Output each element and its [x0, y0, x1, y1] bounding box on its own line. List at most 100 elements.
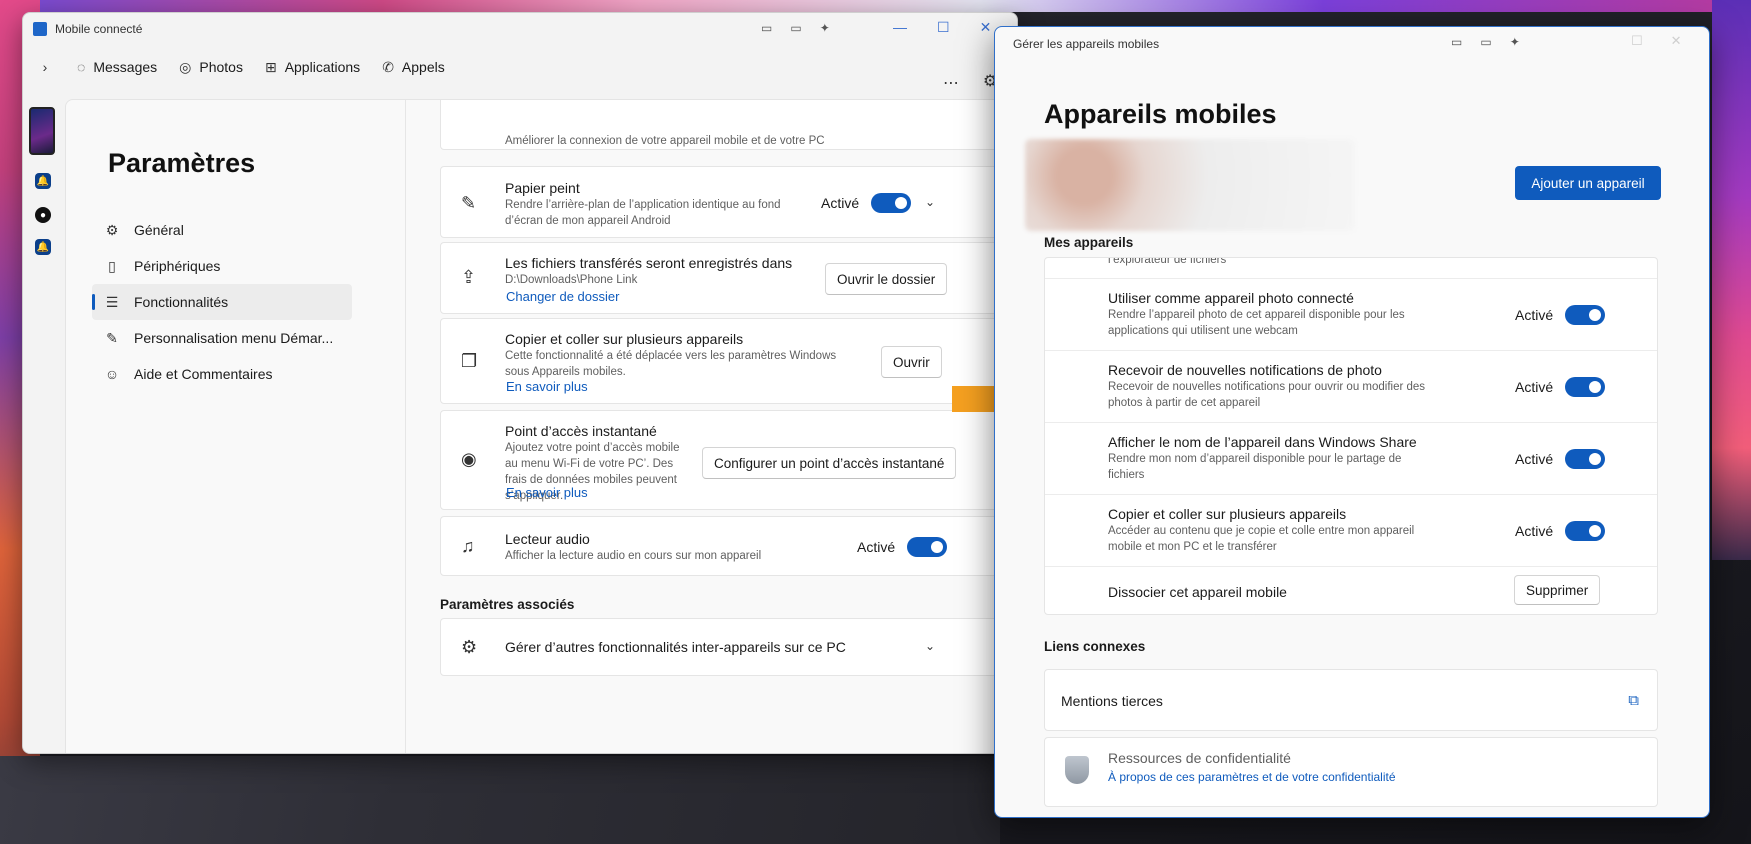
files-card: ⇪ Les fichiers transférés seront enregis… — [440, 242, 1006, 314]
nav-applications-label: Applications — [284, 59, 361, 75]
chevron-down-icon[interactable]: ⌄ — [925, 639, 935, 653]
menu-item-label: Périphériques — [134, 258, 221, 274]
nav-calls-label: Appels — [401, 59, 445, 75]
copy-paste-desc: Cette fonctionnalité a été déplacée vers… — [505, 350, 837, 378]
device-window-title: Gérer les appareils mobiles — [1013, 37, 1160, 51]
camera-toggle[interactable]: Activé — [1515, 305, 1606, 325]
nav-messages[interactable]: ◌ Messages — [77, 59, 157, 75]
add-device-button[interactable]: Ajouter un appareil — [1515, 166, 1661, 200]
related-settings-label: Paramètres associés — [440, 597, 575, 612]
pin-icon[interactable]: ✦ — [1510, 35, 1520, 49]
gear-icon: ⚙ — [461, 637, 478, 657]
dissociate-title: Dissocier cet appareil mobile — [1108, 584, 1287, 600]
privacy-link[interactable]: À propos de ces paramètres et de votre c… — [1108, 770, 1396, 784]
nav-photos-label: Photos — [199, 59, 243, 75]
nav-calls[interactable]: ✆ Appels — [382, 59, 445, 76]
snap-right-icon[interactable]: ▭ — [790, 21, 801, 35]
window-title: Mobile connecté — [55, 22, 143, 36]
wallpaper-toggle-state: Activé — [821, 195, 860, 211]
toggle-state: Activé — [1515, 307, 1554, 323]
copy-paste-toggle[interactable]: Activé — [1515, 521, 1606, 541]
close-icon[interactable]: ✕ — [1671, 33, 1682, 49]
toggle-state: Activé — [1515, 523, 1554, 539]
device-setting-row: Recevoir de nouvelles notifications de p… — [1045, 350, 1657, 422]
menu-item-features[interactable]: ☰ Fonctionnalités — [92, 284, 352, 320]
row-desc: Rendre l’appareil photo de cet appareil … — [1108, 309, 1405, 337]
open-button[interactable]: Ouvrir — [881, 346, 942, 378]
wallpaper-title: Papier peint — [505, 180, 580, 196]
pin-icon[interactable]: ✦ — [820, 21, 830, 35]
chevron-down-icon[interactable]: ⌄ — [925, 195, 935, 209]
title-bar: Mobile connecté — [23, 13, 1017, 45]
toggle-switch[interactable] — [907, 537, 948, 557]
toggle-switch[interactable] — [1565, 449, 1606, 469]
learn-more-link[interactable]: En savoir plus — [506, 379, 588, 394]
features-pane: Améliorer la connexion de votre appareil… — [408, 100, 1017, 753]
clipped-text: l’explorateur de fichiers — [1108, 257, 1227, 266]
related-settings-card[interactable]: ⚙ Gérer d’autres fonctionnalités inter-a… — [440, 618, 1006, 676]
related-settings-title: Gérer d’autres fonctionnalités inter-app… — [505, 639, 846, 655]
device-setting-row: Copier et coller sur plusieurs appareils… — [1045, 494, 1657, 566]
wallpaper-toggle[interactable]: Activé — [821, 193, 912, 213]
menu-item-general[interactable]: ⚙ Général — [92, 212, 352, 248]
remove-button[interactable]: Supprimer — [1514, 575, 1601, 605]
nav-photos[interactable]: ◎ Photos — [179, 59, 243, 76]
toggle-switch[interactable] — [871, 193, 912, 213]
learn-more-link-hotspot[interactable]: En savoir plus — [506, 485, 588, 500]
message-icon: ◌ — [77, 59, 86, 75]
brush-icon: ✎ — [461, 193, 477, 213]
toggle-switch[interactable] — [1565, 521, 1606, 541]
device-setting-row: Utiliser comme appareil photo connecté R… — [1045, 278, 1657, 350]
photo-notifications-toggle[interactable]: Activé — [1515, 377, 1606, 397]
nav-applications[interactable]: ⊞ Applications — [265, 59, 360, 76]
files-title: Les fichiers transférés seront enregistr… — [505, 255, 793, 271]
row-desc: Recevoir de nouvelles notifications pour… — [1108, 381, 1426, 409]
close-icon[interactable]: ✕ — [980, 19, 992, 36]
phone-call-icon: ✆ — [382, 58, 394, 75]
app-shortcut-icon[interactable]: ● — [35, 207, 51, 223]
snap-left-icon[interactable]: ▭ — [1451, 35, 1462, 49]
change-folder-link[interactable]: Changer de dossier — [506, 289, 619, 304]
connection-card: Améliorer la connexion de votre appareil… — [440, 100, 1006, 150]
snap-right-icon[interactable]: ▭ — [1480, 35, 1491, 49]
notification-icon-2[interactable]: 🔔 — [35, 239, 51, 255]
menu-item-label: Général — [134, 222, 184, 238]
more-options-icon[interactable]: ⋯ — [943, 73, 959, 93]
desktop-wallpaper-top — [40, 0, 1751, 12]
wallpaper-card: ✎ Papier peint Rendre l’arrière-plan de … — [440, 166, 1006, 238]
toggle-switch[interactable] — [1565, 305, 1606, 325]
connection-desc: Améliorer la connexion de votre appareil… — [505, 135, 825, 147]
menu-item-personalization[interactable]: ✎ Personnalisation menu Démar... — [92, 320, 352, 356]
device-setting-row: Afficher le nom de l’appareil dans Windo… — [1045, 422, 1657, 494]
window-controls: — ☐ ✕ — [893, 19, 991, 36]
wallpaper-desc: Rendre l’arrière-plan de l’application i… — [505, 199, 781, 227]
audio-toggle[interactable]: Activé — [857, 537, 948, 557]
hotspot-icon: ◉ — [461, 449, 477, 469]
configure-hotspot-button[interactable]: Configurer un point d’accès instantané — [702, 447, 957, 479]
notification-icon[interactable]: 🔔 — [35, 173, 51, 189]
copy-paste-title: Copier et coller sur plusieurs appareils — [505, 331, 744, 347]
app-logo-icon — [33, 22, 47, 36]
list-icon: ☰ — [105, 293, 119, 310]
expand-chevron-icon[interactable]: › — [35, 59, 55, 75]
settings-content: Paramètres ⚙ Général ▯ Périphériques ☰ F… — [65, 99, 1017, 753]
third-party-link-card[interactable]: Mentions tierces ⧉ — [1044, 669, 1658, 731]
menu-item-help[interactable]: ☺ Aide et Commentaires — [92, 356, 352, 392]
maximize-icon[interactable]: ☐ — [937, 19, 950, 36]
windows-share-toggle[interactable]: Activé — [1515, 449, 1606, 469]
audio-desc: Afficher la lecture audio en cours sur m… — [505, 550, 762, 562]
toggle-switch[interactable] — [1565, 377, 1606, 397]
menu-item-devices[interactable]: ▯ Périphériques — [92, 248, 352, 284]
open-folder-button[interactable]: Ouvrir le dossier — [825, 263, 948, 295]
open-external-icon[interactable]: ⧉ — [1628, 692, 1639, 709]
device-settings-list: l’explorateur de fichiers Utiliser comme… — [1044, 257, 1658, 615]
row-title: Utiliser comme appareil photo connecté — [1108, 290, 1354, 306]
phone-thumbnail[interactable] — [29, 107, 55, 155]
pencil-icon: ✎ — [106, 329, 118, 346]
maximize-icon[interactable]: ☐ — [1631, 33, 1643, 49]
minimize-icon[interactable]: — — [893, 19, 907, 36]
desktop-wallpaper-bottom — [0, 756, 1000, 844]
third-party-label: Mentions tierces — [1061, 693, 1163, 709]
device-rail — [23, 99, 63, 753]
snap-left-icon[interactable]: ▭ — [761, 21, 772, 35]
